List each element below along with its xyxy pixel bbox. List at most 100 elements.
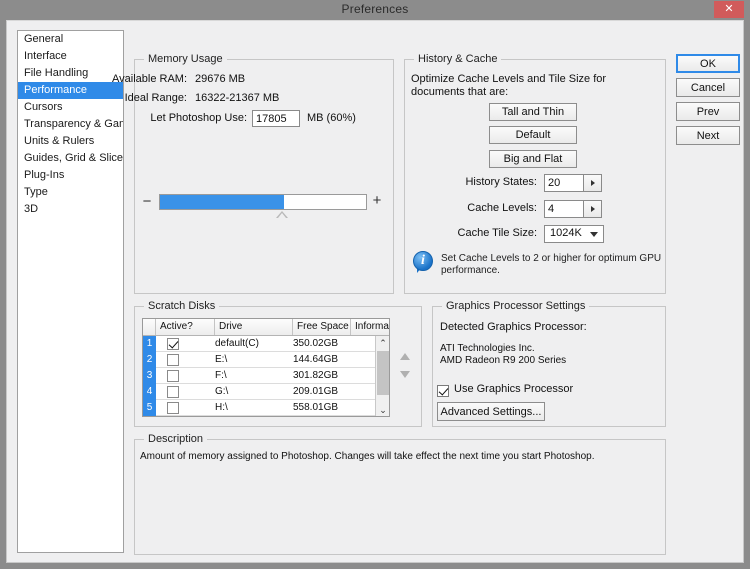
column-header-drive: Drive [215, 319, 293, 335]
scratch-disks-header-row: Active? Drive Free Space Information [143, 319, 389, 336]
scratch-disk-active-checkbox[interactable] [167, 370, 179, 382]
scratch-disk-active-checkbox[interactable] [167, 354, 179, 366]
let-photoshop-use-label: Let Photoshop Use: [150, 112, 247, 124]
column-header-free-space: Free Space [293, 319, 351, 335]
table-row[interactable]: 2 E:\ 144.64GB [143, 352, 389, 368]
use-graphics-processor-checkbox[interactable] [437, 385, 449, 397]
scratch-disks-scrollbar[interactable]: ⌃ ⌄ [375, 336, 389, 416]
sidebar-item-transparency-gamut[interactable]: Transparency & Gamut [18, 116, 123, 133]
cache-intro-line1: Optimize Cache Levels and Tile Size for [411, 73, 607, 85]
scratch-disk-active-checkbox[interactable] [167, 386, 179, 398]
scratch-disk-free-space: 558.01GB [293, 402, 339, 413]
ideal-range-label: Ideal Range: [124, 92, 187, 104]
sidebar-item-type[interactable]: Type [18, 184, 123, 201]
preferences-category-list[interactable]: General Interface File Handling Performance… [17, 30, 124, 553]
graphics-processor-group-label: Graphics Processor Settings [442, 300, 590, 312]
prev-button[interactable]: Prev [676, 102, 740, 121]
table-row[interactable]: 5 H:\ 558.01GB [143, 400, 389, 416]
available-ram-value: 29676 MB [195, 73, 246, 85]
scratch-disk-drive: F:\ [215, 370, 227, 381]
info-icon-glyph: i [421, 253, 425, 268]
let-photoshop-use-suffix: MB (60%) [307, 112, 356, 124]
let-photoshop-use-input[interactable] [252, 110, 300, 127]
slider-increase-button[interactable]: + [371, 193, 383, 208]
detected-gpu-label: Detected Graphics Processor: [440, 321, 587, 333]
sidebar-item-3d[interactable]: 3D [18, 201, 123, 218]
memory-slider-fill [160, 195, 284, 209]
preset-tall-and-thin-button[interactable]: Tall and Thin [489, 103, 577, 121]
scratch-disk-active-checkbox[interactable] [167, 338, 179, 350]
use-graphics-processor-label[interactable]: Use Graphics Processor [454, 383, 573, 395]
sidebar-item-general[interactable]: General [18, 31, 123, 48]
cache-info-line1: Set Cache Levels to 2 or higher for opti… [441, 253, 662, 264]
history-states-label: History States: [465, 176, 537, 188]
scratch-disk-free-space: 350.02GB [293, 338, 339, 349]
scratch-disk-drive: H:\ [215, 402, 228, 413]
advanced-settings-button[interactable]: Advanced Settings... [437, 402, 545, 421]
row-index: 4 [143, 384, 156, 400]
table-row[interactable]: 4 G:\ 209.01GB [143, 384, 389, 400]
scroll-down-icon[interactable]: ⌄ [376, 403, 389, 416]
memory-slider[interactable] [159, 194, 367, 210]
cache-levels-input[interactable] [545, 201, 584, 217]
next-button[interactable]: Next [676, 126, 740, 145]
table-row[interactable]: 1 default(C) 350.02GB [143, 336, 389, 352]
chevron-down-icon [590, 232, 598, 237]
move-disk-up-icon[interactable] [398, 351, 412, 363]
sidebar-item-guides-grid-slices[interactable]: Guides, Grid & Slices [18, 150, 123, 167]
scroll-up-icon[interactable]: ⌃ [376, 336, 389, 350]
scratch-disk-active-checkbox[interactable] [167, 402, 179, 414]
scratch-disks-body: 1 default(C) 350.02GB 2 E:\ 144.64GB 3 F:\ 301.8… [143, 336, 389, 416]
cache-info-line2: performance. [441, 265, 500, 276]
description-text: Amount of memory assigned to Photoshop. … [140, 451, 595, 462]
scrollbar-thumb[interactable] [377, 351, 389, 395]
memory-slider-thumb[interactable] [276, 211, 288, 218]
preferences-dialog: Preferences ✕ General Interface File Handl… [0, 0, 750, 569]
ideal-range-value: 16322-21367 MB [195, 92, 280, 104]
table-row[interactable]: 3 F:\ 301.82GB [143, 368, 389, 384]
sidebar-item-units-rulers[interactable]: Units & Rulers [18, 133, 123, 150]
scratch-disk-free-space: 301.82GB [293, 370, 339, 381]
history-states-stepper[interactable] [544, 174, 602, 192]
scratch-disks-table[interactable]: Active? Drive Free Space Information 1 de… [142, 318, 390, 417]
dialog-client-area: General Interface File Handling Performance… [6, 20, 744, 563]
memory-usage-group-label: Memory Usage [144, 53, 227, 65]
scratch-disk-drive: E:\ [215, 354, 228, 365]
cancel-button[interactable]: Cancel [676, 78, 740, 97]
column-header-active: Active? [156, 319, 215, 335]
cache-tile-size-dropdown[interactable]: 1024K [544, 225, 604, 243]
preset-default-button[interactable]: Default [489, 126, 577, 144]
preset-big-and-flat-button[interactable]: Big and Flat [489, 150, 577, 168]
cache-levels-label: Cache Levels: [467, 202, 537, 214]
history-cache-group-label: History & Cache [414, 53, 502, 65]
sidebar-item-plug-ins[interactable]: Plug-Ins [18, 167, 123, 184]
scratch-disk-drive: G:\ [215, 386, 229, 397]
gpu-model: AMD Radeon R9 200 Series [440, 355, 567, 366]
row-index: 5 [143, 400, 156, 416]
cache-intro-line2: documents that are: [411, 86, 509, 98]
history-states-increment-icon[interactable] [583, 175, 601, 191]
cache-levels-increment-icon[interactable] [583, 201, 601, 217]
scratch-disk-free-space: 144.64GB [293, 354, 339, 365]
titlebar: Preferences ✕ [0, 0, 750, 20]
row-index: 3 [143, 368, 156, 384]
cache-levels-stepper[interactable] [544, 200, 602, 218]
move-disk-down-icon[interactable] [398, 369, 412, 381]
gpu-vendor: ATI Technologies Inc. [440, 343, 535, 354]
row-index: 1 [143, 336, 156, 352]
history-states-input[interactable] [545, 175, 584, 191]
window-title: Preferences [341, 2, 409, 16]
description-group-label: Description [144, 433, 208, 445]
scratch-disk-drive: default(C) [215, 338, 259, 349]
scratch-disks-group-label: Scratch Disks [144, 300, 220, 312]
ok-button[interactable]: OK [676, 54, 740, 73]
slider-decrease-button[interactable]: − [141, 194, 153, 209]
cache-tile-size-value: 1024K [550, 227, 582, 239]
available-ram-label: Available RAM: [112, 73, 187, 85]
info-icon: i [413, 251, 435, 273]
column-header-information: Information [355, 321, 389, 332]
close-icon[interactable]: ✕ [714, 1, 744, 18]
scratch-disk-free-space: 209.01GB [293, 386, 339, 397]
row-index: 2 [143, 352, 156, 368]
sidebar-item-interface[interactable]: Interface [18, 48, 123, 65]
